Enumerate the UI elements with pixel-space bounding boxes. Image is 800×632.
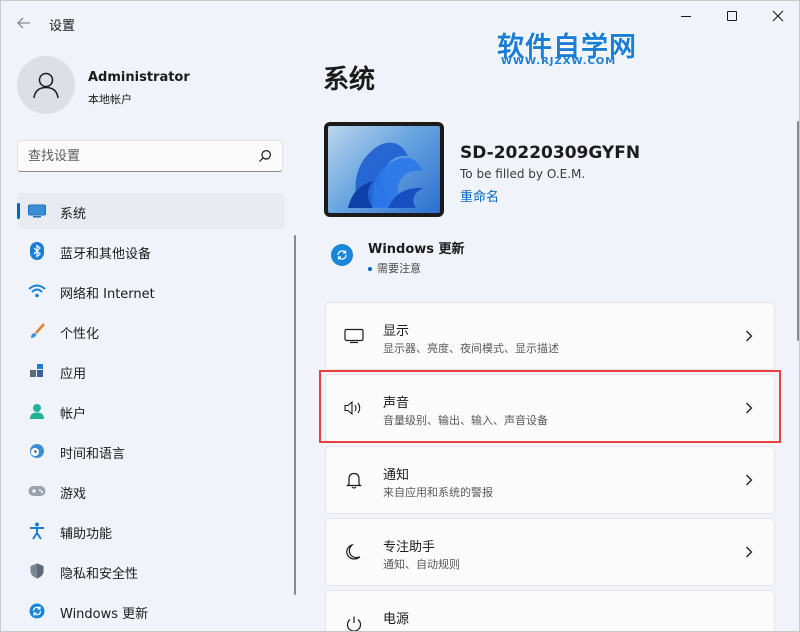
apps-icon xyxy=(28,362,46,380)
sidebar-item-privacy-security[interactable]: 隐私和安全性 xyxy=(17,553,285,589)
update-icon xyxy=(331,244,353,266)
bluetooth-icon xyxy=(28,242,46,260)
sidebar-item-bluetooth[interactable]: 蓝牙和其他设备 xyxy=(17,233,285,269)
sidebar-item-label: 网络和 Internet xyxy=(60,287,155,302)
sidebar-item-personalization[interactable]: 个性化 xyxy=(17,313,285,349)
maximize-button[interactable] xyxy=(709,1,755,31)
maximize-icon xyxy=(727,11,737,21)
card-title: 专注助手 xyxy=(383,540,436,555)
sidebar-item-label: 个性化 xyxy=(60,327,100,342)
card-title: 显示 xyxy=(383,324,410,339)
card-title: 通知 xyxy=(383,468,410,483)
close-button[interactable] xyxy=(755,1,799,31)
settings-cards: 显示 显示器、亮度、夜间模式、显示描述 声音 音量级别、输出、输入、声音设备 通… xyxy=(325,302,775,631)
search-icon[interactable] xyxy=(258,149,272,163)
sidebar-item-system[interactable]: 系统 xyxy=(17,193,285,229)
chevron-right-icon xyxy=(744,399,754,417)
device-name: SD-20220309GYFN xyxy=(460,143,641,163)
sidebar-item-windows-update[interactable]: Windows 更新 xyxy=(17,593,285,629)
person-avatar-icon xyxy=(33,72,59,99)
update-status: 需要注意 xyxy=(368,260,421,276)
card-focus-assist[interactable]: 专注助手 通知、自动规则 xyxy=(325,518,775,586)
gamepad-icon xyxy=(28,482,46,500)
chevron-right-icon xyxy=(744,543,754,561)
chevron-right-icon xyxy=(744,327,754,345)
sidebar: Administrator 本地帐户 系统 蓝牙和其他设备 xyxy=(1,45,297,631)
shield-icon xyxy=(28,562,46,580)
card-sound[interactable]: 声音 音量级别、输出、输入、声音设备 xyxy=(325,374,775,442)
sidebar-item-label: 隐私和安全性 xyxy=(60,567,139,582)
main-content: 系统 SD-20220309GYFN To be filled by O.E.M… xyxy=(297,45,799,631)
device-model: To be filled by O.E.M. xyxy=(460,167,586,181)
sidebar-item-time-language[interactable]: 时间和语言 xyxy=(17,433,285,469)
sidebar-item-label: 帐户 xyxy=(60,407,87,422)
windows-update-status[interactable]: Windows 更新 需要注意 xyxy=(327,236,627,280)
update-title: Windows 更新 xyxy=(368,242,465,257)
status-dot-icon xyxy=(368,267,372,271)
accessibility-icon xyxy=(28,522,46,540)
close-icon xyxy=(772,10,784,22)
person-icon xyxy=(28,402,46,420)
power-icon xyxy=(343,613,365,631)
sidebar-item-accessibility[interactable]: 辅助功能 xyxy=(17,513,285,549)
card-notifications[interactable]: 通知 来自应用和系统的警报 xyxy=(325,446,775,514)
account-type: 本地帐户 xyxy=(88,93,132,106)
card-subtitle: 音量级别、输出、输入、声音设备 xyxy=(383,414,548,427)
sidebar-item-label: Windows 更新 xyxy=(60,607,149,622)
speaker-icon xyxy=(343,397,365,419)
sidebar-item-label: 应用 xyxy=(60,367,87,382)
sidebar-item-accounts[interactable]: 帐户 xyxy=(17,393,285,429)
card-subtitle: 来自应用和系统的警报 xyxy=(383,486,493,499)
clock-globe-icon xyxy=(28,442,46,460)
user-profile[interactable]: Administrator 本地帐户 xyxy=(17,56,287,116)
sidebar-item-label: 游戏 xyxy=(60,487,87,502)
brush-icon xyxy=(28,322,46,340)
bell-icon xyxy=(343,469,365,491)
update-status-text: 需要注意 xyxy=(377,262,421,275)
display-icon xyxy=(343,325,365,347)
page-title: 系统 xyxy=(323,65,376,95)
sidebar-item-label: 系统 xyxy=(60,207,87,222)
card-subtitle: 显示器、亮度、夜间模式、显示描述 xyxy=(383,342,559,355)
rename-link[interactable]: 重命名 xyxy=(460,186,499,205)
card-title: 声音 xyxy=(383,396,410,411)
back-button[interactable] xyxy=(11,11,37,35)
title-bar: 设置 xyxy=(1,1,799,45)
main-scrollbar[interactable] xyxy=(797,121,799,341)
chevron-right-icon xyxy=(744,471,754,489)
card-display[interactable]: 显示 显示器、亮度、夜间模式、显示描述 xyxy=(325,302,775,370)
card-title: 电源 xyxy=(383,612,410,627)
avatar xyxy=(17,56,75,114)
back-arrow-icon xyxy=(17,17,30,29)
moon-icon xyxy=(343,541,365,563)
sidebar-item-network[interactable]: 网络和 Internet xyxy=(17,273,285,309)
app-title: 设置 xyxy=(49,19,76,34)
wifi-icon xyxy=(28,282,46,300)
sidebar-item-label: 辅助功能 xyxy=(60,527,113,542)
settings-window: 设置 软件自学网 WWW.RJZXW.COM Administrator 本地帐… xyxy=(0,0,800,632)
bloom-wallpaper-image xyxy=(348,142,423,208)
minimize-icon xyxy=(681,15,691,17)
update-icon xyxy=(28,602,46,620)
sidebar-nav: 系统 蓝牙和其他设备 网络和 Internet 个性化 应用 帐户 时间和语言 … xyxy=(17,193,285,631)
search-input[interactable] xyxy=(18,141,248,171)
card-power[interactable]: 电源 xyxy=(325,590,775,631)
card-subtitle: 通知、自动规则 xyxy=(383,558,460,571)
monitor-icon xyxy=(28,202,46,220)
sidebar-item-label: 时间和语言 xyxy=(60,447,126,462)
sidebar-scrollbar[interactable] xyxy=(294,235,296,595)
search-box xyxy=(17,140,283,172)
user-name: Administrator xyxy=(88,70,190,85)
sidebar-item-label: 蓝牙和其他设备 xyxy=(60,247,152,262)
minimize-button[interactable] xyxy=(663,1,709,31)
sidebar-item-apps[interactable]: 应用 xyxy=(17,353,285,389)
sidebar-item-gaming[interactable]: 游戏 xyxy=(17,473,285,509)
desktop-wallpaper-thumbnail xyxy=(324,122,444,217)
